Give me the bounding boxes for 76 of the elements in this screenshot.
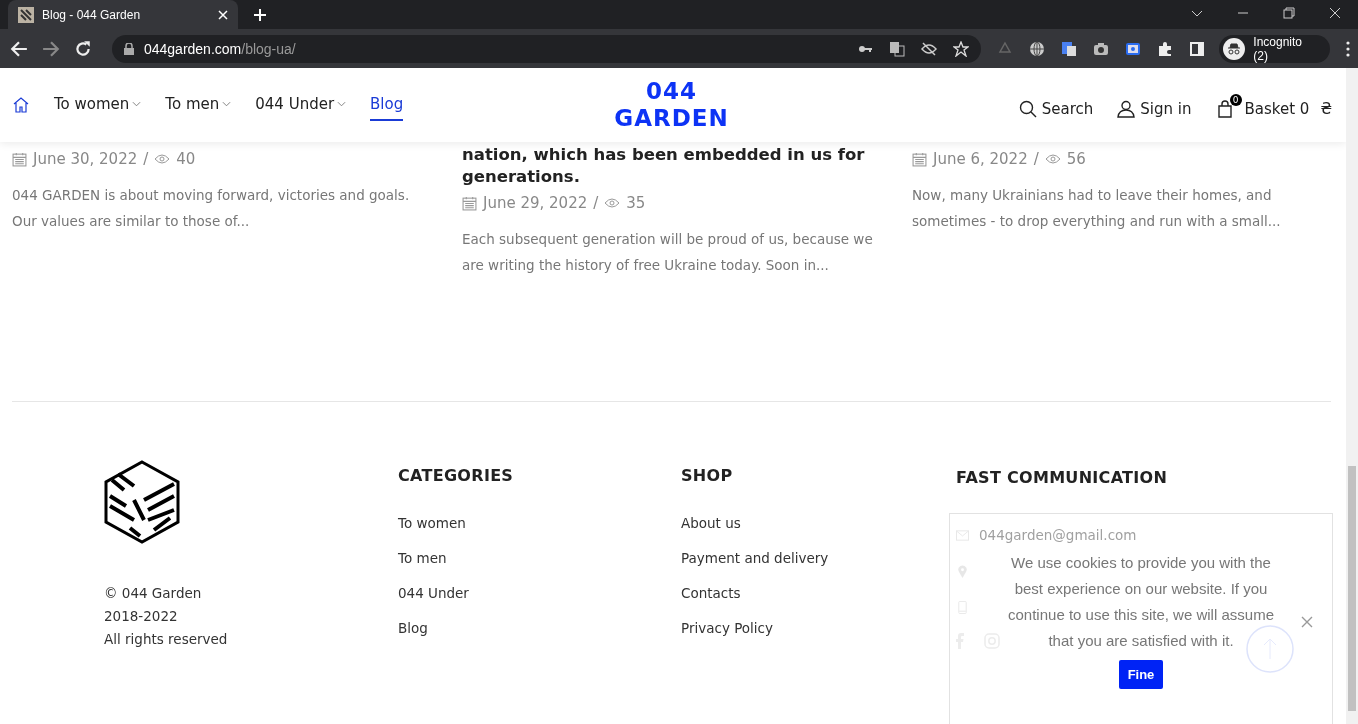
footer-link[interactable]: To women [398,515,681,531]
footer-link[interactable]: About us [681,515,956,531]
star-icon[interactable] [953,40,970,57]
profile-button[interactable]: Incognito (2) [1219,34,1330,63]
copyright-text: © 044 Garden [104,584,203,603]
eye-icon [154,154,171,164]
separator: / [1033,150,1039,168]
footer-link[interactable]: To men [398,550,681,566]
basket-link[interactable]: 0 Basket 0 ₴ [1215,92,1332,118]
menu-icon[interactable] [1345,40,1350,57]
view-count: 35 [626,194,646,212]
separator: / [143,150,149,168]
camera-icon[interactable] [1093,40,1110,57]
post-excerpt: Now, many Ukrainians had to leave their homes, and sometimes - to drop everything and run with a small... [912,186,1282,231]
calendar-icon [462,195,477,211]
side-panel-icon[interactable] [1189,40,1206,57]
search-link[interactable]: Search [1018,92,1094,118]
eye-slash-icon[interactable] [921,40,938,57]
footer-link[interactable]: Contacts [681,585,956,601]
nav-link[interactable]: To women [54,89,142,121]
post-excerpt: 044 GARDEN is about moving forward, victories and goals. Our values are similar to those of... [12,186,411,231]
accept-button[interactable]: Fine [1118,660,1164,689]
reload-icon[interactable] [73,39,92,58]
footer-link[interactable]: Privacy Policy [681,620,956,636]
sign-in-link[interactable]: Sign in [1117,92,1192,118]
close-icon[interactable] [1329,7,1341,19]
footer-link[interactable]: 044 Under [398,585,681,601]
calendar-icon [912,151,927,167]
post-title[interactable]: nation, which has been embedded in us for generations. [462,144,912,188]
translate-icon[interactable] [889,40,906,57]
forward-icon[interactable] [42,39,60,58]
cookie-message: We use cookies to provide you with the best experience on our website. If you continue to use this site, we will assume that you are satisfied with it. [1007,553,1275,651]
footer-heading: SHOP [681,466,734,485]
post-date: June 29, 2022 [483,194,588,212]
view-count: 40 [176,150,196,168]
copyright-text: All rights reserved [104,630,229,649]
footer-heading: FAST COMMUNICATION [956,468,1169,487]
globe-icon[interactable] [1029,40,1046,57]
url-text: 044garden.com/blog-ua/ [143,40,296,57]
post-date: June 30, 2022 [33,150,138,168]
home-icon[interactable] [12,96,30,114]
nav-link[interactable]: To men [165,89,232,121]
lock-icon [123,42,134,55]
bag-icon [1215,99,1234,118]
restore-icon[interactable] [1283,7,1295,19]
search-icon [1018,99,1037,118]
footer-link[interactable]: Payment and delivery [681,550,956,566]
nav-link[interactable]: 044 Under [255,89,347,121]
logo-icon [104,460,180,544]
tab-title: Blog - 044 Garden [42,7,142,22]
user-icon [1117,99,1136,118]
eye-icon [604,198,621,208]
copyright-text: 2018-2022 [104,607,179,626]
separator: / [593,194,599,212]
pin-icon [956,564,969,578]
footer-heading: CATEGORIES [398,466,515,485]
scrollbar[interactable] [1346,68,1358,724]
calendar-icon [12,151,27,167]
envelope-icon [956,528,969,542]
post-date: June 6, 2022 [933,150,1028,168]
screen-record-icon[interactable] [1125,40,1142,57]
view-count: 56 [1066,150,1086,168]
post-excerpt: Each subsequent generation will be proud of us, because we are writing the history of free Ukraine today. Soon in... [462,230,874,275]
footer-link[interactable]: Blog [398,620,681,636]
nav-link[interactable]: Blog [370,89,404,121]
basket-count: 0 [1229,93,1242,106]
address-bar[interactable]: 044garden.com/blog-ua/ [111,34,982,63]
translate-icon[interactable] [1061,40,1078,57]
back-icon[interactable] [10,39,28,58]
incognito-icon [1223,37,1246,60]
new-tab-icon[interactable] [254,9,266,21]
browser-tab[interactable]: Blog - 044 Garden [8,0,238,29]
favicon-icon [18,6,34,23]
site-logo[interactable]: 044 GARDEN [614,78,729,132]
eye-icon [1044,154,1061,164]
extensions-icon[interactable] [1157,40,1174,57]
